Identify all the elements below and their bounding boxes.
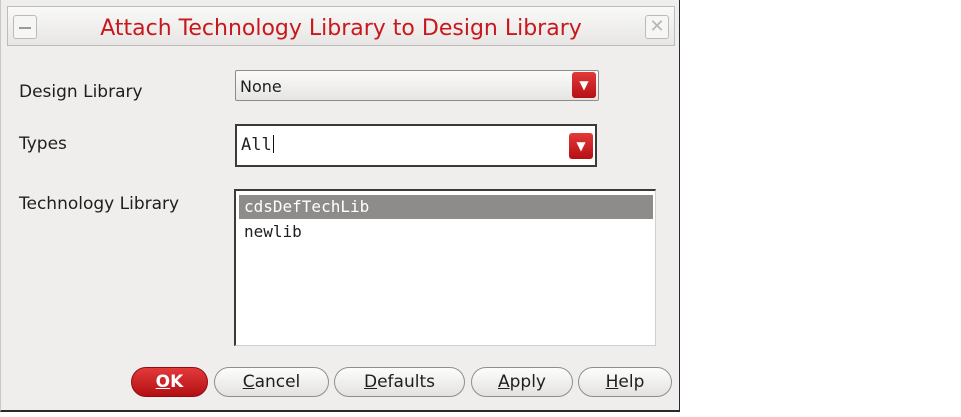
ok-label-rest: K: [170, 372, 184, 392]
ok-button[interactable]: OK: [131, 367, 208, 397]
text-cursor: [272, 135, 274, 153]
apply-button[interactable]: Apply: [471, 367, 573, 397]
defaults-mnemonic: D: [364, 372, 378, 392]
types-value-wrap: All: [241, 135, 274, 155]
technology-library-list[interactable]: cdsDefTechLib newlib: [234, 189, 656, 346]
types-label: Types: [19, 134, 67, 154]
apply-mnemonic: A: [497, 372, 510, 392]
design-library-label: Design Library: [19, 82, 143, 102]
design-library-select[interactable]: None ▼: [235, 70, 599, 101]
cancel-mnemonic: C: [242, 372, 255, 392]
attach-techlib-dialog: Attach Technology Library to Design Libr…: [0, 0, 680, 412]
design-library-value: None: [240, 77, 282, 96]
title-bar[interactable]: Attach Technology Library to Design Libr…: [7, 6, 675, 46]
chevron-down-icon[interactable]: ▼: [572, 72, 596, 98]
chevron-down-icon[interactable]: ▼: [569, 133, 593, 159]
list-item-cdsdeftechlib[interactable]: cdsDefTechLib: [239, 195, 653, 219]
help-mnemonic: H: [605, 372, 619, 392]
types-combo[interactable]: All ▼: [235, 124, 597, 167]
cancel-label-rest: ancel: [254, 372, 301, 392]
ok-mnemonic: O: [155, 372, 171, 392]
defaults-button[interactable]: Defaults: [334, 367, 465, 397]
defaults-label-rest: efaults: [377, 372, 435, 392]
help-button[interactable]: Help: [578, 367, 672, 397]
technology-library-label: Technology Library: [19, 194, 180, 214]
cancel-button[interactable]: Cancel: [214, 367, 329, 397]
help-label-rest: elp: [618, 372, 645, 392]
dialog-title: Attach Technology Library to Design Libr…: [100, 16, 582, 41]
close-icon[interactable]: ✕: [645, 15, 669, 39]
apply-label-rest: pply: [509, 372, 546, 392]
types-value: All: [241, 135, 272, 155]
list-item-newlib[interactable]: newlib: [239, 220, 653, 244]
